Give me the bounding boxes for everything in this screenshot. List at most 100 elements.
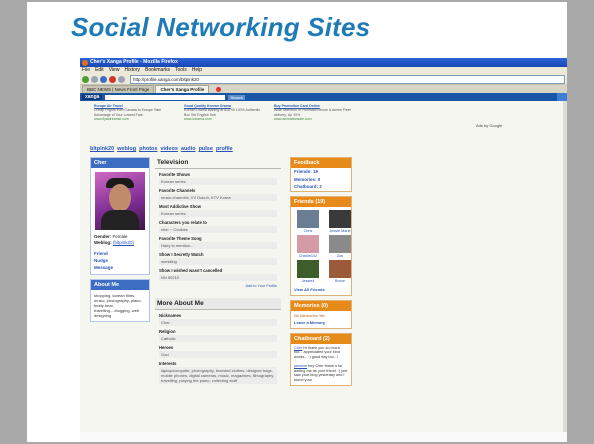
- friend-photo[interactable]: [297, 259, 319, 278]
- chat-author[interactable]: Cher: [294, 346, 302, 350]
- xanga-search-button[interactable]: Search: [228, 94, 246, 100]
- xanga-toolbar: xanga Search: [80, 93, 567, 101]
- ad-text: Korean Drama starting at $16.99 100% Aut…: [184, 108, 261, 117]
- page-content: Europe Air Travel Cheap Flights from Can…: [80, 101, 567, 432]
- friend-photo[interactable]: [329, 259, 351, 278]
- friend-item[interactable]: Jessie Marie: [327, 209, 353, 233]
- menu-tools[interactable]: Tools: [175, 67, 187, 74]
- friend-name[interactable]: Chris: [304, 229, 313, 233]
- friend-link[interactable]: Friend: [94, 250, 146, 257]
- menu-history[interactable]: History: [124, 67, 140, 74]
- question: Religion: [159, 329, 176, 334]
- reload-icon[interactable]: [100, 75, 107, 83]
- friend-name[interactable]: Jessie4: [302, 279, 315, 283]
- menu-help[interactable]: Help: [192, 67, 202, 74]
- answer: cher ~ Cookies: [159, 226, 277, 233]
- close-tab-icon[interactable]: [216, 87, 222, 92]
- question: Favorite Shows: [159, 172, 190, 177]
- question: Interests: [159, 361, 177, 366]
- ad-item[interactable]: Europe Air Travel Cheap Flights from Can…: [94, 104, 174, 121]
- add-to-profile-link[interactable]: Add to Your Profile: [155, 284, 281, 288]
- friend-name[interactable]: Charlie102: [299, 254, 317, 258]
- friend-photo[interactable]: [297, 234, 319, 253]
- friend-photo[interactable]: [329, 209, 351, 228]
- ad-item[interactable]: Buy Promotion Card Online Wide selection…: [274, 104, 354, 121]
- xanga-logo[interactable]: xanga: [82, 94, 103, 100]
- answer: wrestling: [159, 258, 277, 265]
- weblog-link[interactable]: (bltpink20): [113, 240, 134, 245]
- friend-name[interactable]: Zoe: [337, 254, 344, 258]
- browser-screenshot: Cher's Xanga Profile - Mozilla Firefox F…: [80, 58, 567, 442]
- profile-nav: bltpink20 weblog photos videos audio pul…: [90, 146, 233, 152]
- chat-entry: jasmine hey Cher thank u for adding me a…: [291, 362, 351, 385]
- scrollbar[interactable]: [563, 101, 567, 432]
- leave-memory-link[interactable]: Leave a Memory: [291, 320, 351, 328]
- nav-username[interactable]: bltpink20: [90, 146, 114, 152]
- friends-count[interactable]: Friends: 19: [291, 168, 351, 176]
- message-link[interactable]: Message: [94, 264, 146, 271]
- more-about-list: Nicknames Cher Religion Catholic Heroes …: [155, 313, 281, 384]
- nav-weblog[interactable]: weblog: [117, 146, 136, 152]
- tab-bar: BBC NEWS | News Front Page Cher's Xanga …: [80, 85, 567, 93]
- slide: Social Networking Sites Cher's Xanga Pro…: [27, 2, 567, 442]
- home-icon[interactable]: [118, 75, 125, 83]
- friends-heading: Friends (19): [291, 196, 351, 207]
- avatar-face: [109, 184, 131, 212]
- chatboard-heading: Chatboard (2): [291, 333, 351, 344]
- nudge-link[interactable]: Nudge: [94, 257, 146, 264]
- feedback-heading: Feedback: [291, 158, 351, 168]
- question: Nicknames: [159, 313, 182, 318]
- chat-author[interactable]: jasmine: [294, 364, 307, 368]
- profile-name: Cher: [91, 158, 149, 168]
- nav-pulse[interactable]: pulse: [199, 146, 213, 152]
- television-list: Favorite Shows Korean series Favorite Ch…: [155, 172, 281, 281]
- back-icon[interactable]: [82, 75, 89, 83]
- nav-profile[interactable]: profile: [216, 146, 233, 152]
- friend-item[interactable]: Bruce: [327, 259, 353, 283]
- memories-heading: Memories (0): [291, 300, 351, 311]
- nav-videos[interactable]: videos: [160, 146, 177, 152]
- menu-file[interactable]: File: [82, 67, 90, 74]
- friend-name[interactable]: Bruce: [335, 279, 345, 283]
- ads-by-google[interactable]: Ads by Google: [476, 123, 502, 128]
- firefox-icon: [82, 59, 88, 66]
- tab-bbc-news[interactable]: BBC NEWS | News Front Page: [82, 85, 155, 93]
- television-heading: Television: [155, 157, 281, 169]
- stop-icon[interactable]: [109, 75, 116, 83]
- friend-photo[interactable]: [297, 209, 319, 228]
- menu-edit[interactable]: Edit: [95, 67, 104, 74]
- ad-item[interactable]: Good Quality Korean Drama Korean Drama s…: [184, 104, 264, 121]
- memories-box: Memories (0) No Memories Yet. Leave a Me…: [290, 299, 352, 329]
- menu-bookmarks[interactable]: Bookmarks: [145, 67, 170, 74]
- right-column: Feedback Friends: 19 Memories: 0 Chatboa…: [290, 157, 352, 387]
- chat-entry: Cher Hi thank you so much too... appreci…: [291, 344, 351, 362]
- chatboard-count[interactable]: Chatboard: 2: [291, 183, 351, 191]
- question: Heroes: [159, 345, 174, 350]
- answer: Hairy to mention...: [159, 242, 277, 249]
- forward-icon[interactable]: [91, 75, 98, 83]
- profile-actions: Friend Nudge Message: [91, 246, 149, 274]
- question: Most Addictive Show: [159, 204, 201, 209]
- gender-value: Female: [112, 234, 128, 239]
- friend-item[interactable]: Charlie102: [295, 234, 321, 258]
- ad-url: www.kdrama.com: [184, 116, 212, 121]
- url-bar[interactable]: http://profile.xanga.com/bltpink20: [130, 74, 565, 84]
- left-column: Cher Gender: Female Weblog: (bltpink20): [90, 157, 150, 322]
- memories-count[interactable]: Memories: 0: [291, 176, 351, 184]
- menu-view[interactable]: View: [109, 67, 120, 74]
- navigation-toolbar: http://profile.xanga.com/bltpink20: [80, 74, 567, 85]
- friend-item[interactable]: Chris: [295, 209, 321, 233]
- avatar[interactable]: [95, 172, 145, 230]
- friends-grid: Chris Jessie Marie Charlie102 Zoe Jessie…: [291, 207, 351, 286]
- friend-item[interactable]: Jessie4: [295, 259, 321, 283]
- nav-photos[interactable]: photos: [139, 146, 157, 152]
- view-all-friends-link[interactable]: View All Friends: [291, 286, 351, 295]
- about-me-text: shopping, korean films, music, photograp…: [94, 293, 142, 318]
- friend-item[interactable]: Zoe: [327, 234, 353, 258]
- tab-xanga-profile[interactable]: Cher's Xanga Profile: [155, 85, 210, 93]
- friend-photo[interactable]: [329, 234, 351, 253]
- friend-name[interactable]: Jessie Marie: [329, 229, 350, 233]
- question: Characters you relate to: [159, 220, 207, 225]
- nav-audio[interactable]: audio: [181, 146, 196, 152]
- xanga-search-input[interactable]: [105, 94, 226, 100]
